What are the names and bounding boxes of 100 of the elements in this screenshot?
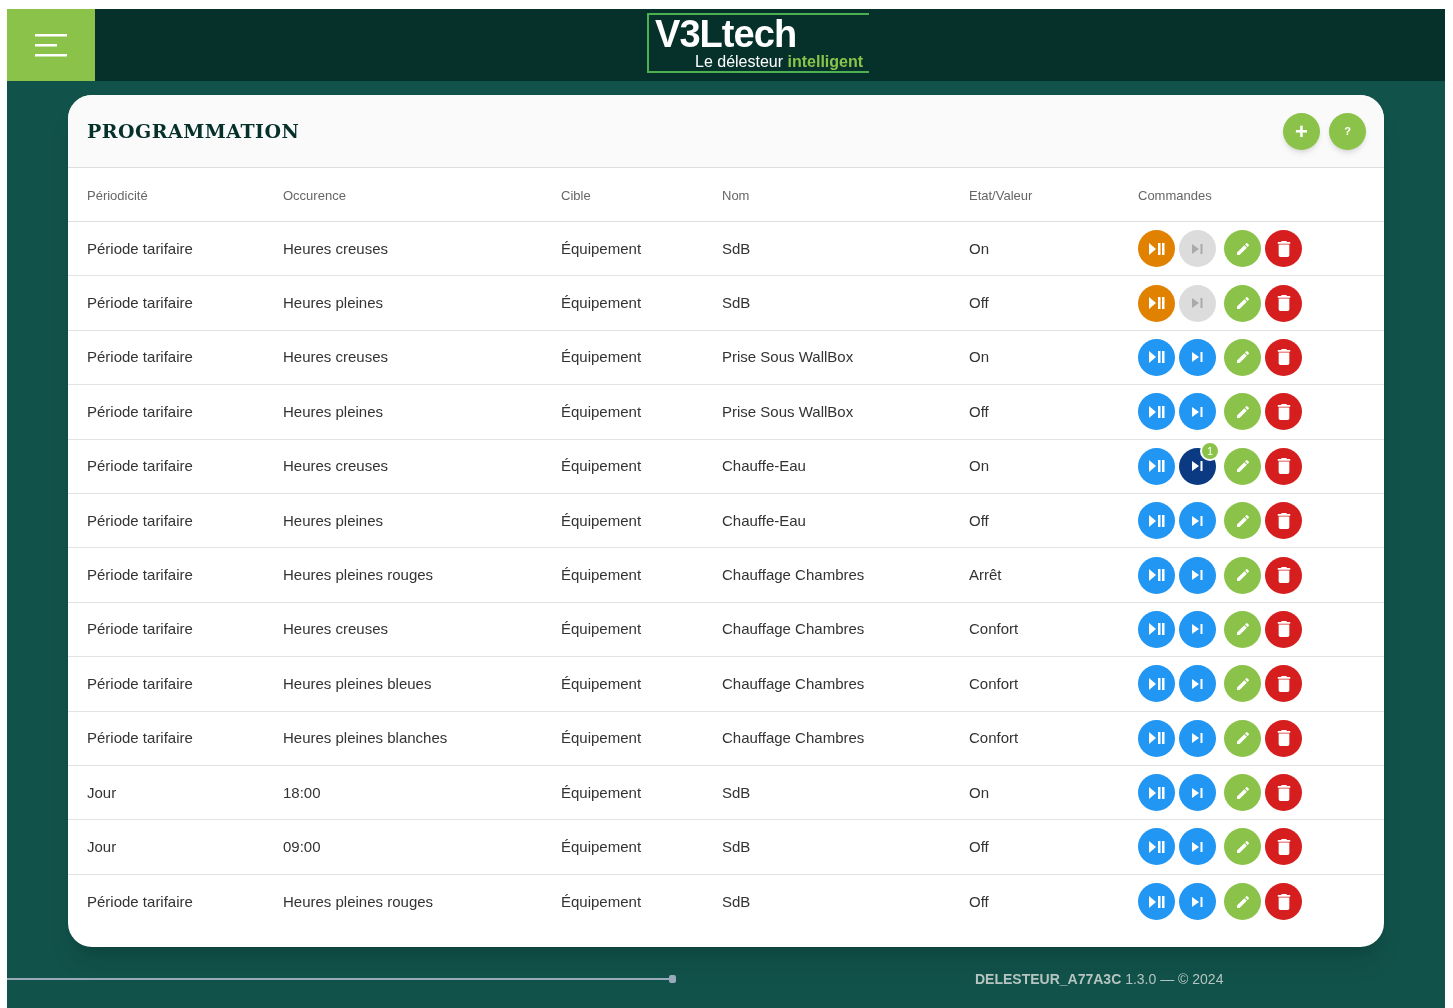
edit-button[interactable]	[1224, 393, 1261, 431]
table-cell: Chauffage Chambres	[722, 729, 865, 747]
play-pause-button[interactable]	[1138, 230, 1175, 268]
play-pause-button[interactable]	[1138, 774, 1175, 812]
edit-button[interactable]	[1224, 883, 1261, 921]
table-cell: Équipement	[561, 566, 642, 584]
table-cell: Chauffage Chambres	[722, 566, 865, 584]
table-cell: Période tarifaire	[87, 566, 193, 584]
table-cell: Période tarifaire	[87, 892, 193, 910]
skip-next-icon	[1192, 570, 1203, 581]
panel-title: PROGRAMMATION	[87, 118, 300, 144]
play-pause-icon	[1148, 786, 1165, 799]
play-pause-button[interactable]	[1138, 883, 1175, 921]
play-pause-icon	[1148, 405, 1165, 418]
skip-next-icon	[1192, 352, 1203, 363]
table-cell: Équipement	[561, 402, 642, 420]
edit-button[interactable]	[1224, 338, 1261, 376]
skip-next-icon	[1192, 787, 1203, 798]
table-cell: On	[969, 457, 989, 475]
table-cell: On	[969, 783, 989, 801]
table-cell: SdB	[722, 783, 751, 801]
edit-button[interactable]	[1224, 610, 1261, 648]
pencil-icon	[1234, 458, 1251, 475]
table-cell: Confort	[969, 729, 1019, 747]
logo-title: V3Ltech	[655, 15, 797, 53]
skip-next-icon	[1192, 515, 1203, 526]
play-pause-button[interactable]	[1138, 719, 1175, 757]
edit-button[interactable]	[1224, 284, 1261, 322]
count-badge: 1	[1200, 440, 1220, 461]
delete-button[interactable]	[1265, 556, 1302, 594]
skip-next-icon	[1192, 243, 1203, 254]
table-cell: Heures pleines	[283, 402, 384, 420]
delete-button[interactable]	[1265, 774, 1302, 812]
column-header: Commandes	[1138, 187, 1212, 203]
play-pause-icon	[1148, 841, 1165, 853]
play-pause-button[interactable]	[1138, 665, 1175, 703]
skip-next-icon	[1192, 406, 1203, 417]
menu-button[interactable]	[7, 9, 95, 81]
add-button[interactable]: +	[1283, 112, 1320, 150]
skip-next-icon	[1192, 896, 1203, 907]
play-pause-button[interactable]	[1138, 828, 1175, 866]
table-cell: Heures creuses	[283, 239, 389, 257]
delete-button[interactable]	[1265, 665, 1302, 703]
table-cell: Confort	[969, 674, 1019, 692]
edit-button[interactable]	[1224, 447, 1261, 485]
table-cell: Heures creuses	[283, 620, 389, 638]
play-pause-button[interactable]	[1138, 610, 1175, 648]
play-pause-button[interactable]	[1138, 502, 1175, 540]
table-cell: Off	[969, 402, 989, 420]
play-pause-icon	[1148, 569, 1165, 582]
play-pause-icon	[1148, 297, 1165, 310]
delete-button[interactable]	[1265, 610, 1302, 648]
delete-button[interactable]	[1265, 447, 1302, 485]
play-pause-icon	[1148, 895, 1165, 908]
delete-button[interactable]	[1265, 719, 1302, 757]
delete-button[interactable]	[1265, 284, 1302, 322]
trash-icon	[1276, 295, 1291, 312]
trash-icon	[1276, 567, 1291, 584]
delete-button[interactable]	[1265, 828, 1302, 866]
table-cell: Période tarifaire	[87, 620, 193, 638]
edit-button[interactable]	[1224, 719, 1261, 757]
table-cell: On	[969, 348, 989, 366]
table-cell: Équipement	[561, 838, 642, 855]
play-pause-icon	[1148, 460, 1165, 473]
edit-button[interactable]	[1224, 828, 1261, 866]
skip-next-icon	[1192, 678, 1203, 689]
menu-icon	[35, 33, 67, 57]
table-cell: Off	[969, 294, 989, 312]
table-cell: Heures pleines	[283, 511, 384, 529]
table-cell: Prise Sous WallBox	[722, 348, 854, 366]
play-pause-button[interactable]	[1138, 556, 1175, 594]
table-cell: Chauffe-Eau	[722, 511, 806, 529]
help-button[interactable]: ?	[1329, 112, 1366, 150]
edit-button[interactable]	[1224, 665, 1261, 703]
delete-button[interactable]	[1265, 502, 1302, 540]
table-cell: SdB	[722, 892, 751, 910]
play-pause-button[interactable]	[1138, 284, 1175, 322]
delete-button[interactable]	[1265, 338, 1302, 376]
table-cell: Jour	[87, 838, 117, 855]
trash-icon	[1276, 403, 1291, 420]
skip-next-icon	[1192, 842, 1203, 852]
logo-tagline: Le délesteur intelligent	[695, 53, 864, 71]
delete-button[interactable]	[1265, 393, 1302, 431]
edit-button[interactable]	[1224, 230, 1261, 268]
edit-button[interactable]	[1224, 556, 1261, 594]
table-cell: 09:00	[283, 838, 321, 855]
table-cell: On	[969, 239, 989, 257]
pencil-icon	[1234, 403, 1251, 420]
edit-button[interactable]	[1224, 774, 1261, 812]
delete-button[interactable]	[1265, 883, 1302, 921]
play-pause-button[interactable]	[1138, 338, 1175, 376]
pencil-icon	[1234, 839, 1251, 855]
column-header: Etat/Valeur	[969, 187, 1033, 203]
edit-button[interactable]	[1224, 502, 1261, 540]
delete-button[interactable]	[1265, 230, 1302, 268]
table-cell: Off	[969, 838, 989, 855]
table-cell: Heures pleines	[283, 294, 384, 312]
column-header: Occurence	[283, 187, 346, 203]
play-pause-button[interactable]	[1138, 393, 1175, 431]
skip-next-icon	[1192, 624, 1203, 635]
